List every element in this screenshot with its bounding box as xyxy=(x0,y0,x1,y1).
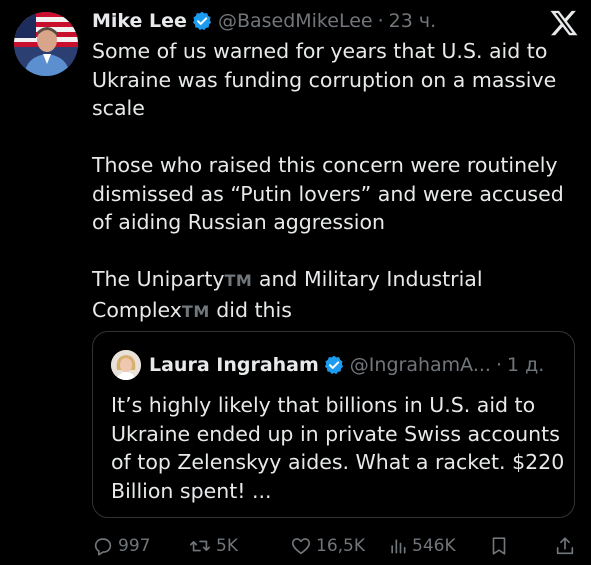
tweet-text-fragment: did this xyxy=(209,297,292,322)
author-handle[interactable]: @BasedMikeLee xyxy=(218,8,373,34)
repost-button[interactable]: 5K xyxy=(188,532,238,560)
tweet-paragraph: Some of us warned for years that U.S. ai… xyxy=(92,39,557,120)
separator-dot: · xyxy=(495,354,502,376)
verified-badge-icon xyxy=(324,355,344,375)
reply-icon xyxy=(94,538,112,556)
like-count: 16,5K xyxy=(316,536,365,556)
trademark-symbol: TM xyxy=(224,271,253,290)
author-name[interactable]: Mike Lee xyxy=(92,8,187,34)
quoted-author-avatar[interactable] xyxy=(111,350,141,380)
reply-button[interactable]: 997 xyxy=(92,532,150,560)
quoted-tweet-header: Laura Ingraham @IngrahamA... · 1 д. xyxy=(111,350,562,380)
tweet-text-fragment: The Uniparty xyxy=(92,267,225,291)
action-bar: 997 5K 16,5K 546K xyxy=(92,532,580,560)
quoted-post-time[interactable]: 1 д. xyxy=(507,354,544,376)
separator-dot: · xyxy=(377,10,384,32)
tweet-paragraph: Those who raised this concern were routi… xyxy=(92,153,564,234)
heart-icon xyxy=(291,538,311,555)
bookmark-button[interactable] xyxy=(488,532,514,560)
quoted-tweet[interactable]: Laura Ingraham @IngrahamA... · 1 д. It’s… xyxy=(92,331,575,518)
views-chart-icon xyxy=(391,539,406,554)
quoted-tweet-text: It’s highly likely that billions in U.S.… xyxy=(111,393,565,503)
tweet-text-fragment: and Military Industrial xyxy=(252,267,483,291)
tweet-header: Mike Lee @BasedMikeLee · 23 ч. xyxy=(92,8,535,34)
tweet-text-fragment: Complex xyxy=(92,297,182,322)
author-avatar[interactable] xyxy=(14,12,78,76)
quoted-author-handle[interactable]: @IngrahamA... xyxy=(350,354,491,376)
tweet-paragraph: The UnipartyTM and Military Industrial Co… xyxy=(92,265,572,326)
quoted-author-name[interactable]: Laura Ingraham xyxy=(149,354,319,376)
share-button[interactable] xyxy=(554,532,580,560)
bookmark-icon xyxy=(492,537,506,555)
like-button[interactable]: 16,5K xyxy=(290,532,365,560)
views-button[interactable]: 546K xyxy=(388,532,456,560)
post-time[interactable]: 23 ч. xyxy=(389,8,436,34)
reply-count: 997 xyxy=(118,536,151,556)
repost-count: 5K xyxy=(216,536,238,556)
verified-badge-icon xyxy=(192,11,212,31)
repost-icon xyxy=(190,540,210,552)
trademark-symbol: TM xyxy=(181,301,210,321)
share-icon xyxy=(556,537,574,555)
tweet-text: Some of us warned for years that U.S. ai… xyxy=(92,37,572,326)
view-count: 546K xyxy=(412,536,456,556)
x-logo-icon[interactable] xyxy=(549,8,579,38)
